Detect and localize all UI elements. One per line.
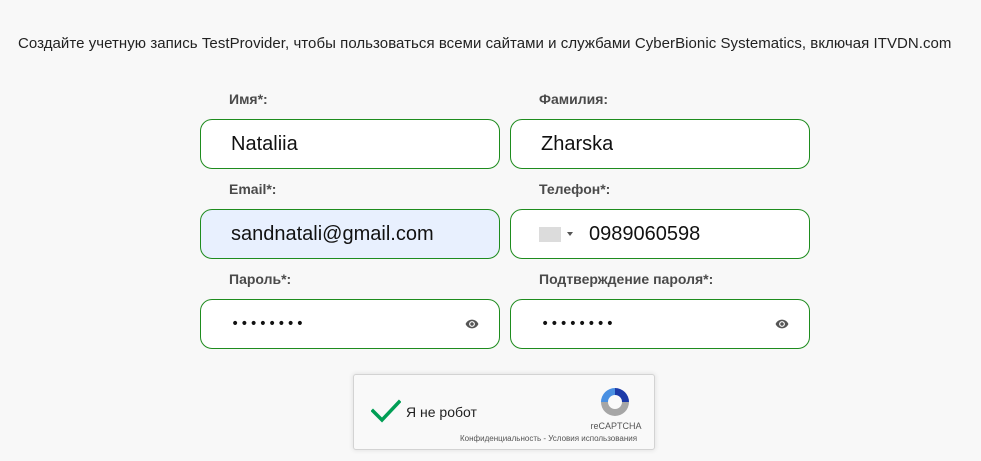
recaptcha-checkbox[interactable]: [371, 399, 401, 423]
email-label: Email*:: [229, 181, 277, 197]
password-confirm-value: ••••••••: [541, 316, 616, 332]
first-name-value: Nataliia: [231, 132, 298, 155]
intro-text: Создайте учетную запись TestProvider, чт…: [18, 35, 952, 52]
chevron-down-icon: [567, 232, 573, 236]
password-confirm-field[interactable]: ••••••••: [510, 299, 810, 349]
first-name-field[interactable]: Nataliia: [200, 119, 500, 169]
country-selector[interactable]: [539, 226, 573, 242]
last-name-field[interactable]: Zharska: [510, 119, 810, 169]
password-label: Пароль*:: [229, 271, 292, 287]
password-confirm-label: Подтверждение пароля*:: [539, 271, 714, 287]
recaptcha-links[interactable]: Конфиденциальность - Условия использован…: [460, 434, 637, 443]
password-field[interactable]: ••••••••: [200, 299, 500, 349]
eye-icon[interactable]: [464, 317, 480, 331]
recaptcha-logo-icon: [601, 388, 629, 416]
password-value: ••••••••: [231, 316, 306, 332]
recaptcha-widget: Я не робот reCAPTCHA Конфиденциальность …: [353, 374, 655, 450]
phone-label: Телефон*:: [539, 181, 611, 197]
eye-icon[interactable]: [774, 317, 790, 331]
phone-field[interactable]: 0989060598: [510, 209, 810, 259]
recaptcha-brand: reCAPTCHA: [590, 421, 642, 431]
email-field[interactable]: sandnatali@gmail.com: [200, 209, 500, 259]
phone-value: 0989060598: [589, 222, 701, 245]
recaptcha-label: Я не робот: [406, 404, 477, 420]
last-name-label: Фамилия:: [539, 91, 609, 107]
first-name-label: Имя*:: [229, 91, 268, 107]
last-name-value: Zharska: [541, 132, 614, 155]
flag-icon: [539, 226, 561, 242]
email-value: sandnatali@gmail.com: [231, 222, 434, 245]
